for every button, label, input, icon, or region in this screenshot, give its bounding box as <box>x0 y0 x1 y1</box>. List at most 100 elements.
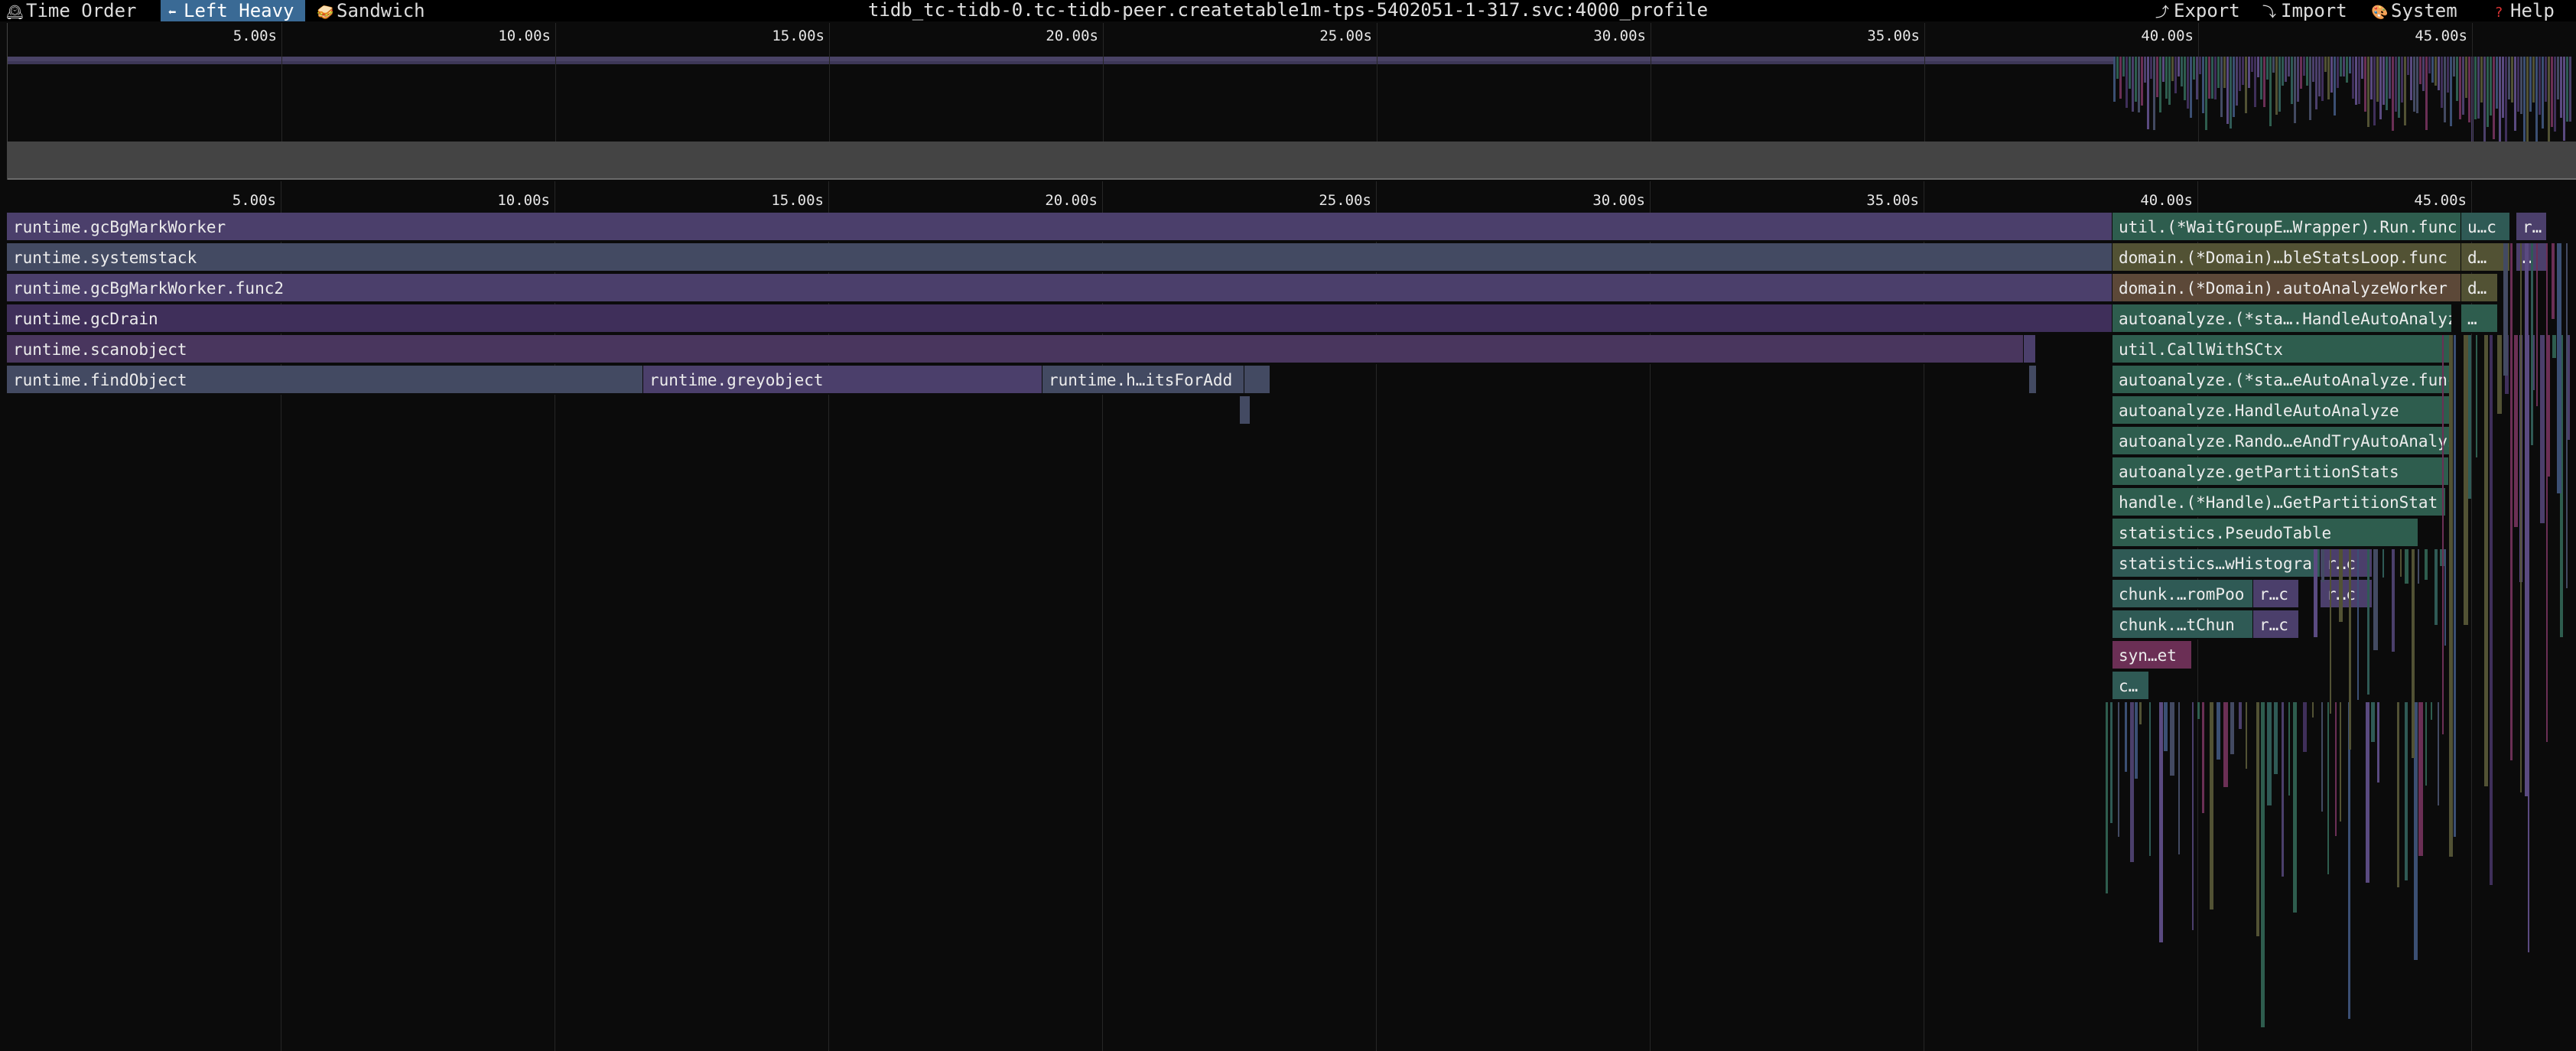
narrow-frame[interactable] <box>2223 702 2228 787</box>
frame-waitgroup-run[interactable]: util.(*WaitGroupE…Wrapper).Run.func <box>2113 213 2461 242</box>
narrow-frame[interactable] <box>2256 702 2259 937</box>
frame-greyobject[interactable]: runtime.greyobject <box>643 366 1042 395</box>
narrow-frame[interactable] <box>2125 702 2127 773</box>
frame-handleautoanalyze[interactable]: autoanalyze.HandleAutoAnalyze <box>2113 396 2452 425</box>
frame-small[interactable] <box>2029 366 2037 395</box>
narrow-frame[interactable] <box>2418 549 2419 584</box>
narrow-frame[interactable] <box>2444 549 2446 646</box>
narrow-frame[interactable] <box>2149 702 2151 856</box>
narrow-frame[interactable] <box>2566 243 2568 588</box>
narrow-frame[interactable] <box>2135 702 2138 779</box>
narrow-frame[interactable] <box>2110 702 2113 824</box>
frame-rc1[interactable]: r…c <box>2321 549 2373 578</box>
sandwich-tab[interactable]: 🥪 Sandwich <box>317 0 425 21</box>
narrow-frame[interactable] <box>2130 702 2134 862</box>
frame-rc3[interactable]: r…c <box>2321 580 2373 609</box>
narrow-frame[interactable] <box>2484 335 2488 787</box>
narrow-frame[interactable] <box>2293 702 2297 913</box>
frame-getpartitionstats[interactable]: autoanalyze.getPartitionStats <box>2113 457 2449 486</box>
narrow-frame[interactable] <box>2321 702 2323 812</box>
narrow-frame[interactable] <box>2202 702 2204 814</box>
narrow-frame[interactable] <box>2267 702 2272 806</box>
narrow-frame[interactable] <box>2442 335 2444 734</box>
system-theme-button[interactable]: 🎨 System <box>2371 0 2457 21</box>
narrow-frame[interactable] <box>2514 335 2518 527</box>
narrow-frame[interactable] <box>2170 702 2174 776</box>
frame-small[interactable] <box>1244 366 1270 395</box>
frame-sync-set[interactable]: syn…et <box>2113 641 2192 670</box>
frame-chunk-frompool[interactable]: chunk.…romPoo <box>2113 580 2253 609</box>
narrow-frame[interactable] <box>2405 549 2408 584</box>
narrow-frame[interactable] <box>2210 702 2213 910</box>
narrow-frame[interactable] <box>2520 243 2522 793</box>
narrow-frame[interactable] <box>2405 702 2408 881</box>
narrow-frame[interactable] <box>2476 335 2477 457</box>
narrow-frame[interactable] <box>2349 549 2351 750</box>
narrow-frame[interactable] <box>2261 702 2265 1027</box>
narrow-frame[interactable] <box>2510 243 2513 761</box>
frame-autoanalyze-worker[interactable]: domain.(*Domain).autoAnalyzeWorker <box>2113 274 2461 303</box>
narrow-frame[interactable] <box>2377 702 2379 783</box>
narrow-frame[interactable] <box>2371 702 2375 742</box>
narrow-frame[interactable] <box>2330 549 2331 714</box>
frame-gcbgmarkworker[interactable]: runtime.gcBgMarkWorker <box>7 213 2113 242</box>
narrow-frame[interactable] <box>2435 549 2438 626</box>
narrow-frame[interactable] <box>2357 549 2359 701</box>
narrow-frame[interactable] <box>2327 702 2329 875</box>
frame-systemstack[interactable]: runtime.systemstack <box>7 243 2113 272</box>
minimap[interactable]: 5.00s 10.00s 15.00s 20.00s 25.00s 30.00s 35.00… <box>7 23 2576 180</box>
narrow-frame[interactable] <box>2192 702 2194 930</box>
frame-rc2[interactable]: r…c <box>2253 580 2299 609</box>
frame-dots2[interactable]: … <box>2461 304 2498 334</box>
narrow-frame[interactable] <box>2540 335 2545 523</box>
frame-r[interactable]: r… <box>2516 213 2547 242</box>
narrow-frame[interactable] <box>2303 702 2307 753</box>
narrow-frame[interactable] <box>2321 549 2324 582</box>
narrow-frame[interactable] <box>2230 702 2234 754</box>
narrow-frame[interactable] <box>2339 549 2343 622</box>
narrow-frame[interactable] <box>2552 243 2555 320</box>
frame-stats-loop[interactable]: domain.(*Domain)…bleStatsLoop.func <box>2113 243 2461 272</box>
frame-small[interactable] <box>1240 396 1251 425</box>
export-button[interactable]: ⤴ Export <box>2154 0 2240 21</box>
narrow-frame[interactable] <box>2490 335 2493 886</box>
narrow-frame[interactable] <box>2239 702 2242 730</box>
left-heavy-tab[interactable]: ⬅ Left Heavy <box>161 0 305 21</box>
frame-c[interactable]: c… <box>2113 672 2149 701</box>
frame-findobject[interactable]: runtime.findObject <box>7 366 643 395</box>
narrow-frame[interactable] <box>2282 702 2284 877</box>
narrow-frame[interactable] <box>2454 335 2456 838</box>
time-order-tab[interactable]: 🕰 Time Order <box>6 0 137 21</box>
narrow-frame[interactable] <box>2274 702 2278 774</box>
narrow-frame[interactable] <box>2197 702 2200 720</box>
narrow-frame[interactable] <box>2438 702 2439 805</box>
narrow-frame[interactable] <box>2139 702 2142 724</box>
narrow-frame[interactable] <box>2366 702 2369 883</box>
frame-callwithsctx[interactable]: util.CallWithSCtx <box>2113 335 2452 364</box>
frame-handle-autoanalyze-func[interactable]: autoanalyze.(*sta…eAutoAnalyze.func <box>2113 366 2452 395</box>
narrow-frame[interactable] <box>2217 702 2220 760</box>
frame-d2[interactable]: d… <box>2461 274 2498 303</box>
narrow-frame[interactable] <box>2552 335 2556 358</box>
narrow-frame[interactable] <box>2367 549 2369 695</box>
narrow-frame[interactable] <box>2392 549 2395 652</box>
narrow-frame[interactable] <box>2425 702 2427 786</box>
narrow-frame[interactable] <box>2412 549 2415 758</box>
frame-handle-autoanalyze-1[interactable]: autoanalyze.(*sta….HandleAutoAnalyz <box>2113 304 2452 334</box>
frame-chunk-tchunk[interactable]: chunk.…tChun <box>2113 610 2253 639</box>
frame-pseudotable[interactable]: statistics.PseudoTable <box>2113 519 2418 548</box>
narrow-frame[interactable] <box>2497 335 2502 415</box>
minimap-viewport-selection[interactable] <box>8 142 2576 178</box>
narrow-frame[interactable] <box>2536 243 2538 407</box>
narrow-frame[interactable] <box>2178 702 2180 855</box>
minimap-viewport-edge[interactable] <box>8 178 2576 180</box>
narrow-frame[interactable] <box>2525 243 2529 797</box>
narrow-frame[interactable] <box>2373 549 2378 650</box>
import-button[interactable]: ⤵ Import <box>2261 0 2347 21</box>
narrow-frame[interactable] <box>2503 243 2508 376</box>
narrow-frame[interactable] <box>2431 702 2432 721</box>
narrow-frame[interactable] <box>2382 549 2384 578</box>
frame-rc4[interactable]: r…c <box>2253 610 2299 639</box>
narrow-frame[interactable] <box>2425 549 2428 581</box>
flamegraph[interactable]: runtime.gcBgMarkWorker runtime.systemsta… <box>7 213 2576 1051</box>
